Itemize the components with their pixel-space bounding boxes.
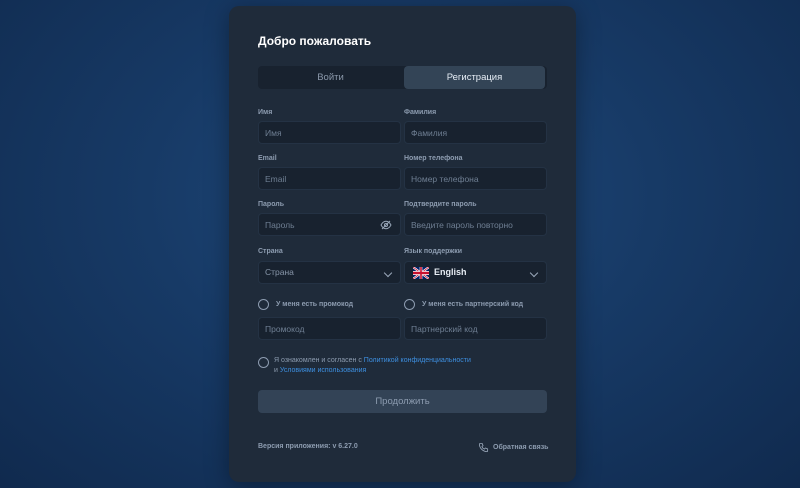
phone-input[interactable] — [411, 168, 521, 189]
phone-icon — [478, 442, 489, 453]
support-language-value: English — [434, 267, 467, 277]
eye-slash-icon[interactable] — [380, 219, 392, 231]
phone-field[interactable] — [404, 167, 547, 190]
chevron-down-icon — [529, 268, 539, 278]
password-input[interactable] — [265, 214, 375, 235]
first-name-field[interactable] — [258, 121, 401, 144]
email-label: Email — [258, 155, 277, 162]
password-field[interactable] — [258, 213, 401, 236]
support-language-select[interactable]: English — [404, 261, 547, 284]
chevron-down-icon — [383, 268, 393, 278]
country-label: Страна — [258, 248, 283, 255]
feedback-label: Обратная связь — [493, 444, 549, 451]
agree-checkbox[interactable] — [258, 357, 269, 368]
partner-checkbox-label[interactable]: У меня есть партнерский код — [422, 301, 523, 308]
confirm-password-label: Подтвердите пароль — [404, 201, 477, 208]
privacy-policy-link[interactable]: Политикой конфиденциальности — [364, 357, 471, 364]
promo-checkbox[interactable] — [258, 299, 269, 310]
agreement-prefix: Я ознакомлен и согласен с — [274, 357, 364, 364]
password-label: Пароль — [258, 201, 285, 208]
support-language-label: Язык поддержки — [404, 248, 463, 255]
last-name-label: Фамилия — [404, 109, 437, 116]
email-field[interactable] — [258, 167, 401, 190]
confirm-password-field[interactable] — [404, 213, 547, 236]
registration-card: Добро пожаловать Войти Регистрация Имя Ф… — [229, 6, 576, 482]
phone-label: Номер телефона — [404, 155, 463, 162]
tab-login[interactable]: Войти — [258, 66, 403, 89]
auth-tabs: Войти Регистрация — [258, 66, 547, 89]
first-name-input[interactable] — [265, 122, 375, 143]
partner-code-input[interactable] — [411, 318, 521, 339]
tab-register[interactable]: Регистрация — [404, 66, 545, 89]
promo-checkbox-label[interactable]: У меня есть промокод — [276, 301, 353, 308]
email-input[interactable] — [265, 168, 375, 189]
country-select-value: Страна — [265, 267, 294, 277]
promo-field[interactable] — [258, 317, 401, 340]
card-title: Добро пожаловать — [258, 34, 372, 48]
first-name-label: Имя — [258, 109, 273, 116]
terms-of-use-link[interactable]: Условиями использования — [280, 367, 366, 374]
partner-code-field[interactable] — [404, 317, 547, 340]
uk-flag-icon — [413, 267, 429, 279]
continue-button[interactable]: Продолжить — [258, 390, 547, 413]
app-version: Версия приложения: v 6.27.0 — [258, 443, 358, 450]
confirm-password-input[interactable] — [411, 214, 541, 235]
partner-checkbox[interactable] — [404, 299, 415, 310]
country-select[interactable]: Страна — [258, 261, 401, 284]
last-name-input[interactable] — [411, 122, 521, 143]
agreement-text: Я ознакомлен и согласен с Политикой конф… — [274, 356, 534, 376]
last-name-field[interactable] — [404, 121, 547, 144]
promo-input[interactable] — [265, 318, 375, 339]
